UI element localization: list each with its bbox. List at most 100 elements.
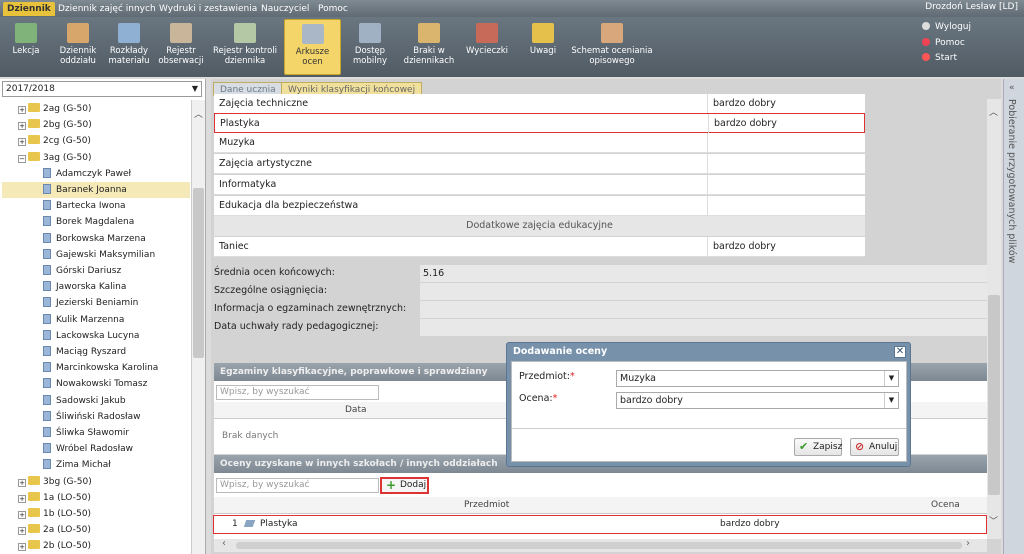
tree-class-item[interactable]: − 3ag (G-50) [18, 150, 190, 166]
tree-student-item[interactable]: Nowakowski Tomasz [2, 376, 190, 392]
student-icon [43, 410, 51, 421]
scroll-up-icon[interactable]: ︿ [194, 107, 203, 120]
menu-wydruki[interactable]: Wydruki i zestawienia [155, 2, 261, 16]
menu-dziennik-zajec-innych[interactable]: Dziennik zajęć innych [54, 2, 160, 16]
close-icon[interactable]: ✕ [894, 346, 906, 358]
tree-student-item[interactable]: Śliwka Sławomir [2, 425, 190, 441]
tree-class-item[interactable]: +1a (LO-50) [18, 490, 190, 506]
toolbar-dostep-mobilny-button[interactable]: Dostęp mobilny [348, 19, 392, 75]
scroll-down-icon[interactable]: ﹀ [989, 514, 998, 527]
folder-icon [28, 135, 40, 145]
subject-select[interactable]: Muzyka ▼ [616, 370, 899, 387]
grade-select[interactable]: bardzo dobry ▼ [616, 392, 899, 409]
tree-student-item[interactable]: Sadowski Jakub [2, 393, 190, 409]
expand-icon[interactable]: + [18, 494, 26, 503]
tree-student-item[interactable]: Zima Michał [2, 457, 190, 473]
start-link[interactable]: Start [922, 53, 957, 63]
grade-row-highlighted[interactable]: Plastyka bardzo dobry [214, 113, 865, 134]
table-row[interactable]: 1 Plastyka bardzo dobry [213, 515, 987, 534]
row-subject: Plastyka [260, 519, 298, 529]
expand-icon[interactable]: + [18, 478, 26, 487]
tree-class-item[interactable]: +3bg (G-50) [18, 474, 190, 490]
toolbar-rozklady-button[interactable]: Rozkłady materiału [106, 19, 152, 75]
collapse-icon[interactable]: « [1009, 83, 1015, 93]
tree-student-item[interactable]: Maciąg Ryszard [2, 344, 190, 360]
toolbar-lekcja-button[interactable]: Lekcja [4, 19, 48, 75]
grade-row: Zajęcia artystyczne [214, 154, 865, 174]
observation-icon [170, 23, 192, 43]
toolbar-schemat-button[interactable]: Schemat oceniania opisowego [570, 19, 654, 75]
menu-dziennik[interactable]: Dziennik [3, 2, 55, 16]
expand-icon[interactable]: + [18, 511, 26, 519]
tree-student-label: Jaworska Kalina [56, 282, 127, 293]
add-button[interactable]: + Dodaj [380, 477, 429, 494]
tree-student-item[interactable]: Jezierski Beniamin [2, 295, 190, 311]
logout-link[interactable]: Wyloguj [922, 22, 971, 32]
tree-student-item[interactable]: Baranek Joanna [2, 182, 190, 198]
chevron-down-icon: ▼ [191, 84, 198, 93]
scroll-right-icon[interactable]: › [966, 538, 970, 549]
main-scrollbar[interactable]: ︿ ﹀ [987, 99, 1001, 539]
tree-class-item[interactable]: +2b (LO-50) [18, 538, 190, 554]
tree-student-item[interactable]: Adamczyk Paweł [2, 166, 190, 182]
cancel-button[interactable]: ⊘ Anuluj [850, 438, 899, 456]
tree-scrollbar[interactable]: ︿ [191, 100, 205, 554]
student-icon [43, 297, 51, 308]
exams-search-input[interactable]: Wpisz, by wyszukać [216, 385, 379, 400]
tree-student-item[interactable]: Borek Magdalena [2, 214, 190, 230]
help-link[interactable]: Pomoc [922, 38, 965, 48]
tree-student-item[interactable]: Śliwiński Radosław [2, 409, 190, 425]
scroll-up-icon[interactable]: ︿ [989, 105, 998, 118]
tree-class-item[interactable]: +2cg (G-50) [18, 133, 190, 149]
tree-student-item[interactable]: Kulik Marzenna [2, 312, 190, 328]
tree-student-item[interactable]: Marcinkowska Karolina [2, 360, 190, 376]
tree-student-item[interactable]: Borkowska Marzena [2, 231, 190, 247]
expand-icon[interactable]: + [18, 527, 26, 536]
toolbar-uwagi-button[interactable]: Uwagi [522, 19, 564, 75]
grade-row: Informatyka [214, 175, 865, 195]
tree-student-item[interactable]: Jaworska Kalina [2, 279, 190, 295]
toolbar-wycieczki-button[interactable]: Wycieczki [464, 19, 510, 75]
pencil-icon[interactable] [243, 520, 256, 527]
dialog-divider [512, 428, 906, 429]
tree-class-item[interactable]: +2ag (G-50) [18, 101, 190, 117]
school-year-select[interactable]: 2017/2018 ▼ [2, 81, 202, 97]
save-button[interactable]: ✔ Zapisz [794, 438, 842, 456]
toolbar-rejestr-obserwacji-button[interactable]: Rejestr obserwacji [157, 19, 205, 75]
tree-student-item[interactable]: Lackowska Lucyna [2, 328, 190, 344]
h-scroll-thumb[interactable] [236, 542, 962, 549]
tree-student-item[interactable]: Bartecka Iwona [2, 198, 190, 214]
tree-student-item[interactable]: Górski Dariusz [2, 263, 190, 279]
logout-icon [922, 22, 930, 30]
tree-class-item[interactable]: +1b (LO-50) [18, 506, 190, 522]
other-search-input[interactable]: Wpisz, by wyszukać [216, 478, 379, 493]
expand-icon[interactable]: + [18, 122, 26, 131]
tree-student-label: Jezierski Beniamin [56, 298, 139, 309]
notes-icon [532, 23, 554, 43]
tree-scroll-thumb[interactable] [193, 188, 204, 358]
expand-icon[interactable]: + [18, 138, 26, 147]
grade-label: Ocena:* [519, 393, 558, 404]
tree-student-label: Bartecka Iwona [56, 201, 126, 212]
tree-class-item[interactable]: +2a (LO-50) [18, 522, 190, 538]
horizontal-scrollbar[interactable]: ‹ › [214, 538, 987, 552]
expand-icon[interactable]: + [18, 106, 26, 114]
toolbar-dziennik-oddzialu-button[interactable]: Dziennik oddziału [54, 19, 102, 75]
toolbar-braki-button[interactable]: Braki w dziennikach [403, 19, 455, 75]
toolbar-rejestr-kontroli-button[interactable]: Rejestr kontroli dziennika [212, 19, 278, 75]
student-icon [43, 378, 51, 389]
folder-icon [28, 524, 40, 534]
menu-nauczyciel[interactable]: Nauczyciel [257, 2, 313, 16]
tree-student-label: Baranek Joanna [56, 185, 127, 195]
downloads-side-panel[interactable]: « Pobieranie przygotowanych plików [1003, 79, 1024, 554]
main-scroll-thumb[interactable] [988, 295, 1000, 495]
tree-student-item[interactable]: Gajewski Maksymilian [2, 247, 190, 263]
expand-icon[interactable]: + [18, 543, 26, 552]
menu-pomoc[interactable]: Pomoc [314, 2, 352, 16]
toolbar-arkusze-ocen-button[interactable]: Arkusze ocen [284, 19, 341, 75]
collapse-icon[interactable]: − [18, 154, 26, 163]
tree-class-item[interactable]: +2bg (G-50) [18, 117, 190, 133]
tree-student-item[interactable]: Wróbel Radosław [2, 441, 190, 457]
tree-student-label: Gajewski Maksymilian [56, 249, 156, 260]
scroll-left-icon[interactable]: ‹ [222, 538, 226, 549]
